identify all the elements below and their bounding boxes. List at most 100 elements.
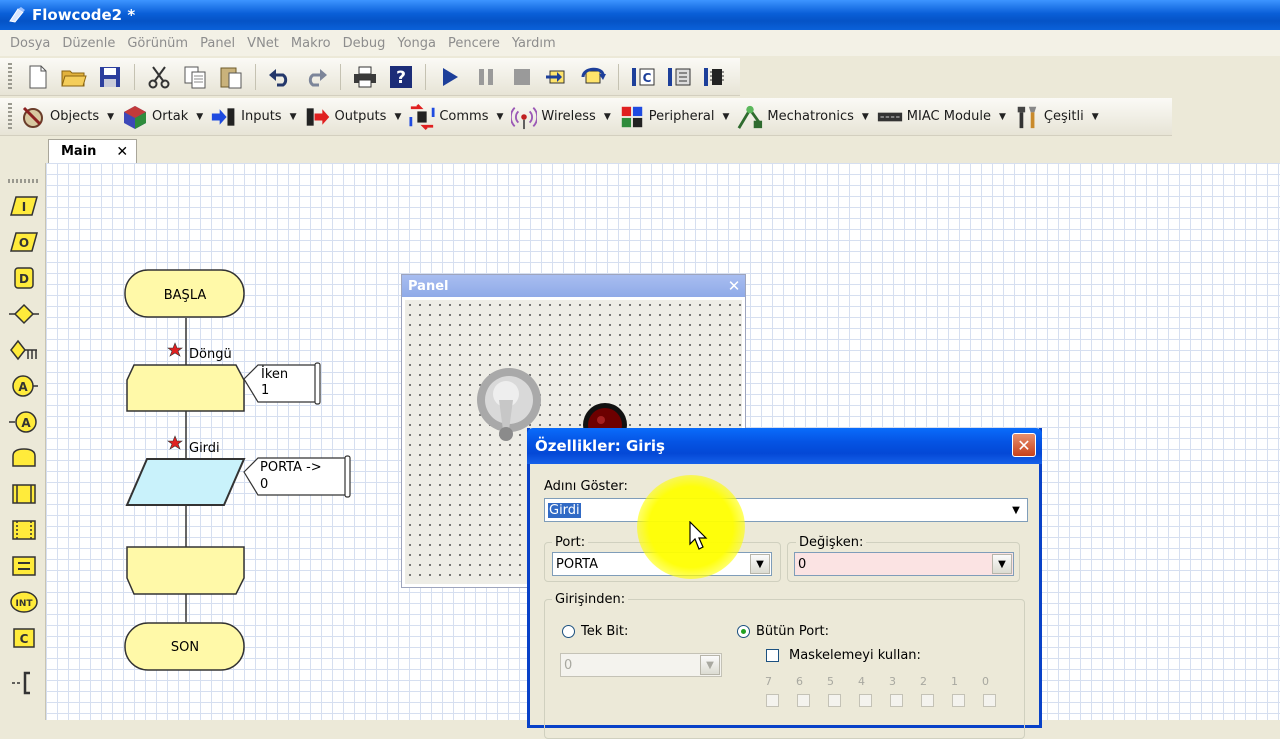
tab-close-icon[interactable]: ✕ [116, 144, 128, 160]
bit-7-label: 7 [765, 675, 772, 688]
step-over-button[interactable] [579, 62, 609, 92]
peripheral-menu-button[interactable]: Peripheral ▼ [619, 100, 729, 134]
help-icon: ? [390, 65, 412, 88]
start-terminal[interactable]: BAŞLA [124, 269, 245, 318]
bit-4-checkbox[interactable] [859, 694, 872, 707]
loop-end-block[interactable] [126, 546, 245, 595]
variable-select[interactable]: 0 ▼ [794, 552, 1014, 576]
print-button[interactable] [350, 62, 380, 92]
menu-makro[interactable]: Makro [285, 36, 337, 51]
chevron-down-icon[interactable]: ▼ [700, 655, 720, 675]
menu-yardim[interactable]: Yardım [506, 36, 562, 51]
whole-port-radio[interactable]: Bütün Port: [737, 624, 829, 639]
new-file-button[interactable] [23, 62, 53, 92]
svg-text:D: D [19, 272, 29, 286]
save-button[interactable] [95, 62, 125, 92]
inputs-menu-button[interactable]: Inputs ▼ [211, 100, 297, 134]
help-button[interactable]: ? [386, 62, 416, 92]
bit-1-checkbox[interactable] [952, 694, 965, 707]
chevron-down-icon[interactable]: ▼ [1006, 500, 1026, 520]
run-button[interactable] [435, 62, 465, 92]
peripheral-icon [621, 106, 642, 127]
flowchart-icon-palette: I O D A A INT C [0, 163, 46, 720]
end-terminal[interactable]: SON [124, 622, 245, 671]
input-comment-note[interactable]: PORTA -> 0 [243, 455, 351, 498]
wireless-menu-button[interactable]: Wireless ▼ [511, 100, 611, 134]
palette-analog-output-button[interactable]: A [8, 407, 40, 437]
menu-panel[interactable]: Panel [194, 36, 241, 51]
palette-switch-button[interactable] [8, 335, 40, 365]
bit-6-label: 6 [796, 675, 803, 688]
input-block[interactable] [125, 458, 246, 506]
bit-6-checkbox[interactable] [797, 694, 810, 707]
dialog-title-bar[interactable]: Özellikler: Giriş ✕ [527, 428, 1042, 464]
palette-loop-button[interactable] [8, 443, 40, 473]
ortak-menu-button[interactable]: Ortak ▼ [122, 100, 203, 134]
panel-title-bar[interactable]: Panel ✕ [402, 275, 745, 297]
outputs-menu-button[interactable]: Outputs ▼ [305, 100, 401, 134]
bit-2-checkbox[interactable] [921, 694, 934, 707]
palette-component-macro-button[interactable] [8, 515, 40, 545]
palette-input-button[interactable]: I [8, 191, 40, 221]
open-button[interactable] [59, 62, 89, 92]
use-mask-checkbox[interactable]: Maskelemeyi kullan: [766, 648, 921, 663]
compile-to-c-button[interactable]: C [628, 62, 658, 92]
ortak-icon [124, 105, 147, 129]
dropdown-arrow-icon: ▼ [107, 111, 115, 122]
chevron-down-icon[interactable]: ▼ [750, 554, 770, 574]
bit-7-checkbox[interactable] [766, 694, 779, 707]
menu-dosya[interactable]: Dosya [4, 36, 56, 51]
bit-3-checkbox[interactable] [890, 694, 903, 707]
compile-to-chip-button[interactable] [700, 62, 730, 92]
miac-module-menu-button[interactable]: MIAC Module ▼ [877, 100, 1006, 134]
toolbar-grip[interactable] [8, 102, 12, 131]
palette-comment-button[interactable] [8, 668, 40, 698]
palette-interrupt-button[interactable]: INT [8, 587, 40, 617]
palette-calculation-button[interactable] [8, 551, 40, 581]
palette-decision-button[interactable] [8, 299, 40, 329]
panel-close-icon[interactable]: ✕ [723, 277, 745, 295]
comms-menu-button[interactable]: Comms ▼ [409, 100, 503, 134]
display-name-combo[interactable]: Girdi ▼ [544, 498, 1028, 522]
compile-to-c-icon: C [632, 67, 655, 86]
cesitli-menu-button[interactable]: Çeşitli ▼ [1014, 100, 1099, 134]
pause-button[interactable] [471, 62, 501, 92]
palette-analog-input-button[interactable]: A [8, 371, 40, 401]
objects-icon [22, 106, 43, 128]
palette-output-button[interactable]: O [8, 227, 40, 257]
mechatronics-menu-button[interactable]: Mechatronics ▼ [737, 100, 869, 134]
single-bit-radio[interactable]: Tek Bit: [562, 624, 628, 639]
step-into-button[interactable] [543, 62, 573, 92]
tab-main[interactable]: Main ✕ [48, 139, 138, 163]
paste-button[interactable] [216, 62, 246, 92]
objects-menu-button[interactable]: Objects ▼ [20, 100, 114, 134]
toolbar-separator [340, 63, 341, 90]
menu-debug[interactable]: Debug [337, 36, 392, 51]
menu-vnet[interactable]: VNet [241, 36, 285, 51]
loop-block[interactable] [126, 364, 245, 412]
menu-duzenle[interactable]: Düzenle [56, 36, 121, 51]
redo-button[interactable] [301, 62, 331, 92]
stop-button[interactable] [507, 62, 537, 92]
palette-macro-button[interactable] [8, 479, 40, 509]
single-bit-select[interactable]: 0 ▼ [560, 653, 722, 677]
svg-text:A: A [21, 416, 31, 430]
palette-grip[interactable] [8, 179, 38, 183]
toolbar-grip[interactable] [8, 62, 12, 91]
chevron-down-icon[interactable]: ▼ [992, 554, 1012, 574]
undo-button[interactable] [265, 62, 295, 92]
dialog-close-button[interactable]: ✕ [1012, 433, 1036, 457]
menu-pencere[interactable]: Pencere [442, 36, 506, 51]
copy-button[interactable] [180, 62, 210, 92]
loop-comment-note[interactable]: İken 1 [243, 362, 321, 405]
bit-5-checkbox[interactable] [828, 694, 841, 707]
cut-button[interactable] [144, 62, 174, 92]
palette-delay-button[interactable]: D [8, 263, 40, 293]
dropdown-arrow-icon: ▼ [861, 111, 869, 122]
compile-to-hex-button[interactable] [664, 62, 694, 92]
palette-c-code-button[interactable]: C [8, 623, 40, 653]
bit-0-checkbox[interactable] [983, 694, 996, 707]
components-toolbar: Objects ▼ Ortak ▼ Inputs ▼ Outputs ▼ Comms ▼ … [0, 98, 1172, 136]
menu-gorunum[interactable]: Görünüm [121, 36, 194, 51]
menu-yonga[interactable]: Yonga [391, 36, 442, 51]
